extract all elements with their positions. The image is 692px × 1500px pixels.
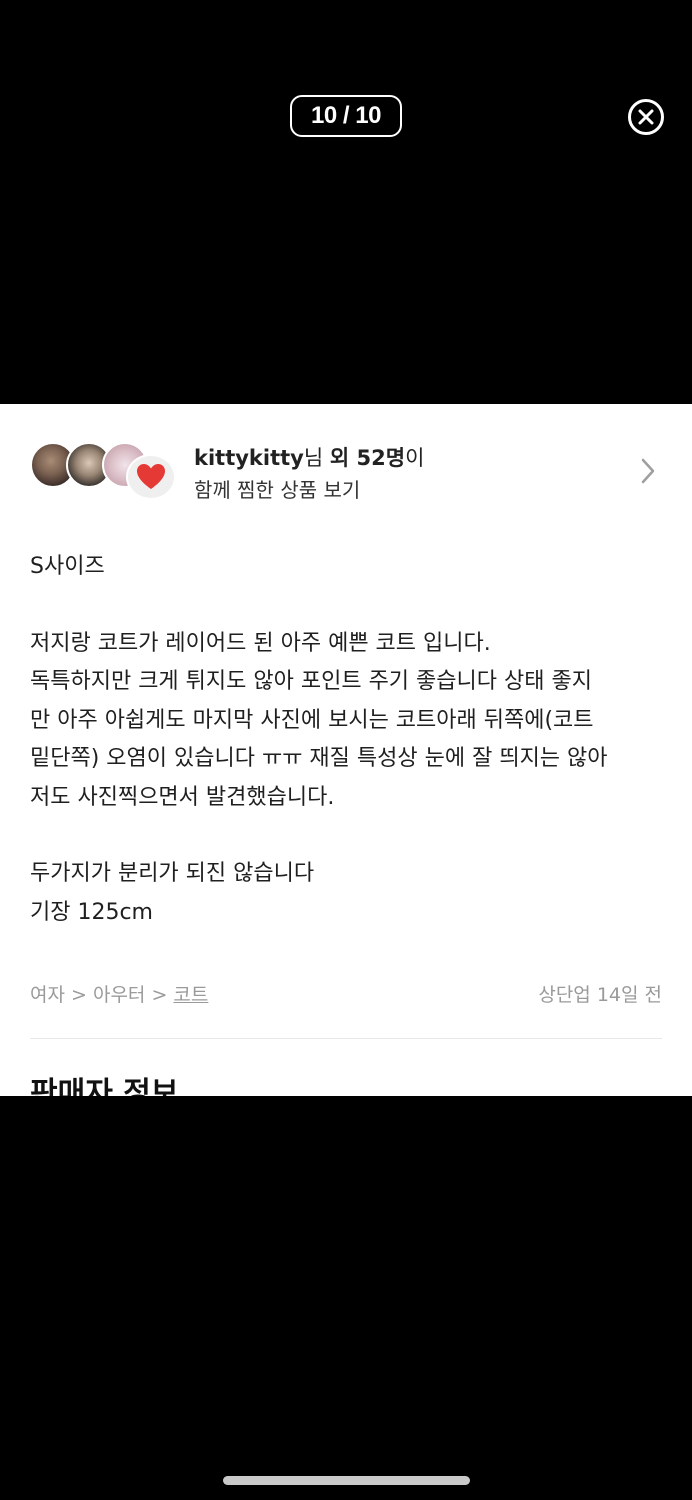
- product-description: S사이즈 저지랑 코트가 레이어드 된 아주 예쁜 코트 입니다. 독특하지만 …: [30, 548, 662, 932]
- heart-badge: [126, 454, 176, 500]
- liker-count: 52명: [356, 446, 406, 470]
- home-indicator[interactable]: [223, 1476, 470, 1485]
- liker-suffix: 님: [303, 446, 330, 470]
- heart-icon: [137, 464, 165, 489]
- description-line: 저도 사진찍으면서 발견했습니다.: [30, 784, 335, 810]
- seller-info-heading: 판매자 정보: [30, 1076, 179, 1096]
- description-line: 두가지가 분리가 되진 않습니다: [30, 861, 315, 886]
- divider: [30, 1038, 662, 1039]
- image-counter: 10 / 10: [290, 95, 402, 137]
- breadcrumb-separator: >: [64, 984, 93, 1006]
- wishlist-likers-row[interactable]: kittykitty님 외 52명이 함께 찜한 상품 보기: [30, 440, 662, 504]
- liker-avatars: [30, 440, 180, 504]
- size-line: S사이즈: [30, 554, 105, 579]
- description-line: 기장 125cm: [30, 899, 153, 925]
- chevron-right-icon: [641, 458, 655, 484]
- liker-summary: kittykitty님 외 52명이: [194, 442, 424, 472]
- product-info-card: kittykitty님 외 52명이 함께 찜한 상품 보기 S사이즈 저지랑 …: [0, 404, 692, 1096]
- description-line: 밑단쪽) 오염이 있습니다 ㅠㅠ 재질 특성상 눈에 잘 띄지는 않아: [30, 746, 608, 771]
- liker-subtitle: 함께 찜한 상품 보기: [194, 478, 361, 502]
- liker-others-prefix: 외: [329, 446, 357, 470]
- description-line: 저지랑 코트가 레이어드 된 아주 예쁜 코트 입니다.: [30, 630, 491, 656]
- category-coat-link[interactable]: 코트: [173, 984, 208, 1006]
- breadcrumb-separator: >: [145, 984, 174, 1006]
- category-women[interactable]: 여자: [30, 984, 65, 1006]
- category-breadcrumb: 여자 > 아우터 > 코트 상단업 14일 전: [30, 980, 662, 1007]
- description-line: 독특하지만 크게 튀지도 않아 포인트 주기 좋습니다 상태 좋지: [30, 669, 592, 694]
- category-outer[interactable]: 아우터: [93, 984, 145, 1006]
- close-button[interactable]: [628, 99, 664, 135]
- liker-name: kittykitty: [194, 446, 304, 470]
- description-line: 만 아주 아쉽게도 마지막 사진에 보시는 코트아래 뒤쪽에(코트: [30, 707, 594, 733]
- bump-time: 상단업 14일 전: [538, 984, 662, 1006]
- liker-particle: 이: [405, 446, 425, 470]
- close-icon: [638, 109, 654, 125]
